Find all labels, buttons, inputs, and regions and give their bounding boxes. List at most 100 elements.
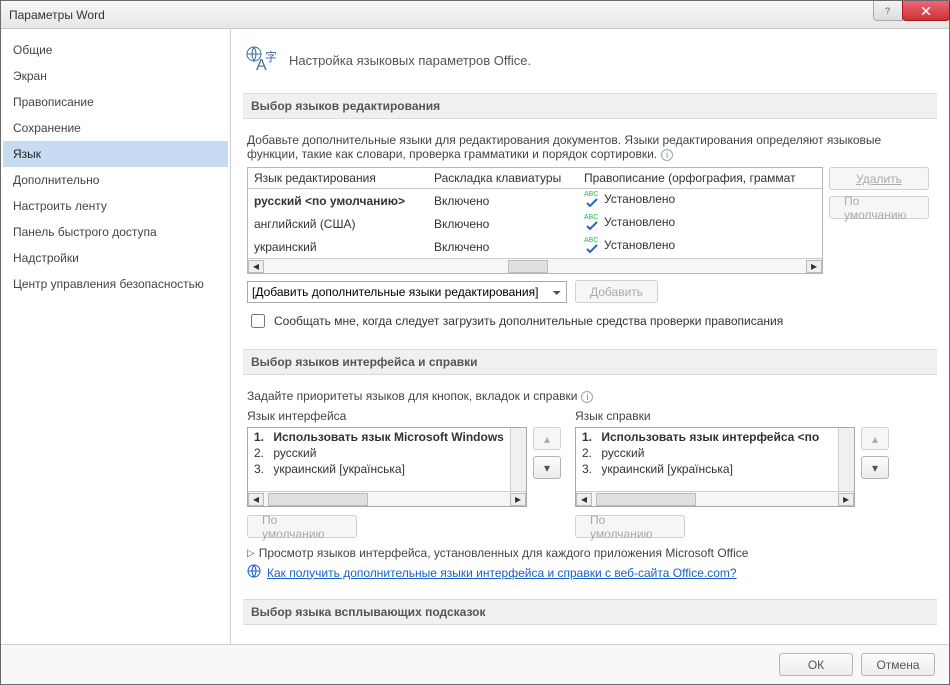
add-language-row: [Добавить дополнительные языки редактиро… (247, 280, 933, 303)
section-editing-body: Добавьте дополнительные языки для редакт… (243, 127, 937, 341)
iface-label: Язык интерфейса (247, 409, 561, 423)
notify-checkbox[interactable] (251, 314, 265, 328)
sidebar-item-display[interactable]: Экран (3, 63, 228, 89)
section-editing-header: Выбор языков редактирования (243, 93, 937, 119)
close-icon (920, 5, 932, 17)
titlebar-buttons: ? (873, 1, 949, 23)
sidebar: Общие Экран Правописание Сохранение Язык… (1, 29, 231, 644)
iface-reorder-buttons: ▴ ▾ (533, 427, 561, 507)
iface-default-button[interactable]: По умолчанию (247, 515, 357, 538)
add-language-combo[interactable]: [Добавить дополнительные языки редактиро… (247, 281, 567, 303)
cell-keyboard: Включено (428, 189, 578, 213)
scroll-left-icon[interactable]: ◂ (248, 260, 264, 273)
cancel-button[interactable]: Отмена (861, 653, 935, 676)
help-hscroll[interactable]: ◂ ▸ (576, 491, 854, 506)
notify-label: Сообщать мне, когда следует загрузить до… (274, 314, 783, 328)
help-default-button[interactable]: По умолчанию (575, 515, 685, 538)
ui-desc-text: Задайте приоритеты языков для кнопок, вк… (247, 389, 577, 403)
section-ui-header: Выбор языков интерфейса и справки (243, 349, 937, 375)
scroll-right-icon[interactable]: ▸ (838, 493, 854, 506)
sidebar-item-general[interactable]: Общие (3, 37, 228, 63)
section-ui-body: Задайте приоритеты языков для кнопок, вк… (243, 383, 937, 591)
dialog-footer: ОК Отмена (1, 644, 949, 684)
language-icon: A字 (243, 43, 277, 77)
col-spelling: Правописание (орфография, граммат (578, 168, 822, 189)
help-vscroll[interactable] (838, 428, 854, 491)
cell-keyboard: Включено (428, 235, 578, 258)
set-default-button[interactable]: По умолчанию (829, 196, 929, 219)
info-icon[interactable]: i (661, 149, 673, 161)
move-up-button[interactable]: ▴ (533, 427, 561, 450)
sidebar-item-advanced[interactable]: Дополнительно (3, 167, 228, 193)
sidebar-item-language[interactable]: Язык (3, 141, 228, 167)
move-down-button[interactable]: ▾ (533, 456, 561, 479)
list-item[interactable]: 1. Использовать язык Microsoft Windows (248, 429, 510, 445)
spellcheck-icon (584, 192, 600, 206)
add-button[interactable]: Добавить (575, 280, 658, 303)
editing-language-table[interactable]: Язык редактирования Раскладка клавиатуры… (247, 167, 823, 274)
dialog-window: Параметры Word ? Общие Экран Правописани… (0, 0, 950, 685)
table-row[interactable]: русский <по умолчанию>ВключеноУстановлен… (248, 189, 822, 213)
cell-spelling: Установлено (578, 189, 822, 213)
help-col: Язык справки 1. Использовать язык интерф… (575, 409, 889, 538)
scroll-left-icon[interactable]: ◂ (576, 493, 592, 506)
notify-checkbox-row[interactable]: Сообщать мне, когда следует загрузить до… (247, 311, 933, 331)
language-priority-lists: Язык интерфейса 1. Использовать язык Mic… (247, 409, 933, 538)
help-button[interactable]: ? (873, 1, 903, 21)
svg-text:?: ? (885, 6, 890, 16)
window-title: Параметры Word (9, 8, 105, 22)
iface-hscroll[interactable]: ◂ ▸ (248, 491, 526, 506)
sidebar-item-ribbon[interactable]: Настроить ленту (3, 193, 228, 219)
list-item[interactable]: 1. Использовать язык интерфейса <по (576, 429, 838, 445)
delete-button[interactable]: Удалить (829, 167, 929, 190)
section-tooltip-body: Выберите язык для всплывающих подсказокi… (243, 633, 937, 644)
table-row[interactable]: английский (США)ВключеноУстановлено (248, 212, 822, 235)
scroll-right-icon[interactable]: ▸ (806, 260, 822, 273)
cell-language: русский <по умолчанию> (248, 189, 428, 213)
cell-keyboard: Включено (428, 212, 578, 235)
col-keyboard: Раскладка клавиатуры (428, 168, 578, 189)
table-row[interactable]: украинскийВключеноУстановлено (248, 235, 822, 258)
iface-listbox[interactable]: 1. Использовать язык Microsoft Windows2.… (247, 427, 527, 507)
editing-side-buttons: Удалить По умолчанию (829, 167, 929, 219)
close-button[interactable] (902, 1, 950, 21)
globe-icon (247, 564, 261, 581)
sidebar-item-qat[interactable]: Панель быстрого доступа (3, 219, 228, 245)
spellcheck-icon (584, 215, 600, 229)
col-language: Язык редактирования (248, 168, 428, 189)
sidebar-item-save[interactable]: Сохранение (3, 115, 228, 141)
sidebar-item-proofing[interactable]: Правописание (3, 89, 228, 115)
list-item[interactable]: 3. украинский [українська] (576, 461, 838, 477)
table-hscroll[interactable]: ◂ ▸ (248, 258, 822, 273)
cell-spelling: Установлено (578, 235, 822, 258)
cell-language: английский (США) (248, 212, 428, 235)
help-label: Язык справки (575, 409, 889, 423)
page-title: Настройка языковых параметров Office. (289, 53, 531, 68)
ui-more-languages-link[interactable]: Как получить дополнительные языки интерф… (267, 566, 737, 580)
ok-button[interactable]: ОК (779, 653, 853, 676)
help-listbox[interactable]: 1. Использовать язык интерфейса <по2. ру… (575, 427, 855, 507)
list-item[interactable]: 2. русский (576, 445, 838, 461)
iface-vscroll[interactable] (510, 428, 526, 491)
scroll-right-icon[interactable]: ▸ (510, 493, 526, 506)
info-icon[interactable]: i (581, 391, 593, 403)
list-item[interactable]: 2. русский (248, 445, 510, 461)
help-reorder-buttons: ▴ ▾ (861, 427, 889, 507)
editing-desc-text: Добавьте дополнительные языки для редакт… (247, 133, 881, 161)
scroll-left-icon[interactable]: ◂ (248, 493, 264, 506)
sidebar-item-trustcenter[interactable]: Центр управления безопасностью (3, 271, 228, 297)
move-up-button[interactable]: ▴ (861, 427, 889, 450)
list-item[interactable]: 3. украинский [українська] (248, 461, 510, 477)
help-icon: ? (882, 5, 894, 17)
ui-link-row: Как получить дополнительные языки интерф… (247, 564, 933, 581)
chevron-right-icon: ▷ (247, 548, 255, 559)
editing-description: Добавьте дополнительные языки для редакт… (247, 133, 933, 167)
dialog-body: Общие Экран Правописание Сохранение Язык… (1, 29, 949, 644)
titlebar: Параметры Word ? (1, 1, 949, 29)
sidebar-item-addins[interactable]: Надстройки (3, 245, 228, 271)
ui-description: Задайте приоритеты языков для кнопок, вк… (247, 389, 933, 409)
cell-language: украинский (248, 235, 428, 258)
svg-text:字: 字 (265, 49, 276, 64)
move-down-button[interactable]: ▾ (861, 456, 889, 479)
view-languages-expander[interactable]: ▷ Просмотр языков интерфейса, установлен… (247, 546, 933, 560)
